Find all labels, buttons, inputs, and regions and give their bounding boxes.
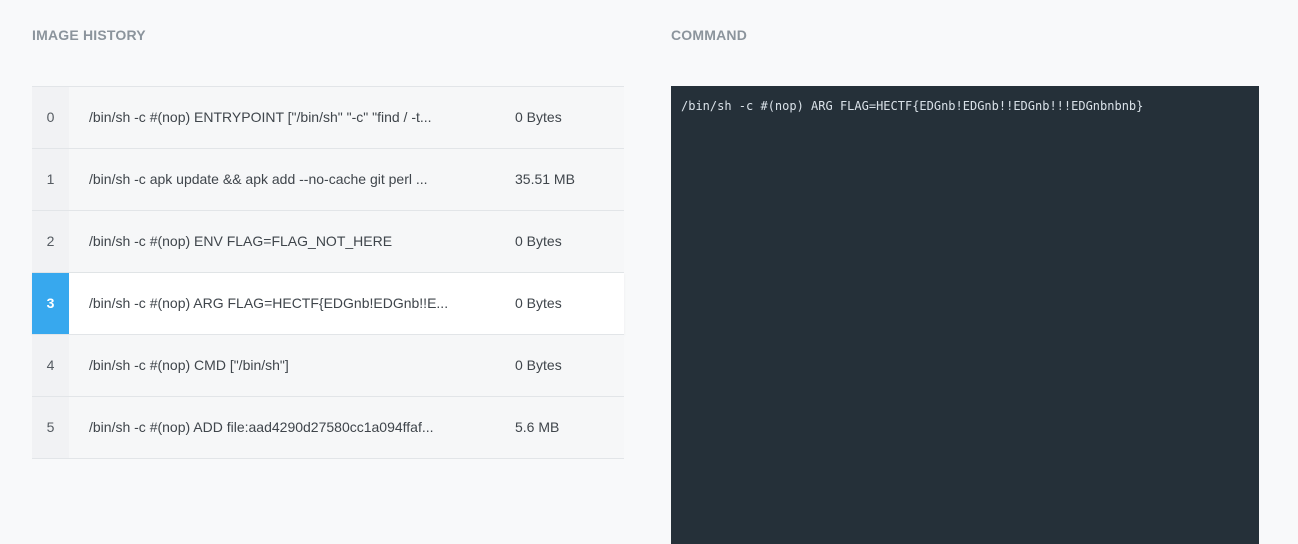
layer-index: 3 [32, 273, 69, 334]
layer-index: 5 [32, 397, 69, 458]
history-row-4[interactable]: 4 /bin/sh -c #(nop) CMD ["/bin/sh"] 0 By… [32, 335, 624, 397]
layer-command: /bin/sh -c #(nop) CMD ["/bin/sh"] [89, 357, 289, 373]
layer-index: 1 [32, 149, 69, 210]
command-text[interactable]: /bin/sh -c #(nop) ARG FLAG=HECTF{EDGnb!E… [681, 99, 1143, 113]
layer-size: 35.51 MB [515, 171, 575, 187]
layer-command: /bin/sh -c #(nop) ARG FLAG=HECTF{EDGnb!E… [89, 295, 449, 311]
layer-command: /bin/sh -c #(nop) ENV FLAG=FLAG_NOT_HERE [89, 233, 393, 249]
history-row-3[interactable]: 3 /bin/sh -c #(nop) ARG FLAG=HECTF{EDGnb… [32, 273, 624, 335]
command-panel[interactable]: /bin/sh -c #(nop) ARG FLAG=HECTF{EDGnb!E… [671, 86, 1259, 544]
history-row-1[interactable]: 1 /bin/sh -c apk update && apk add --no-… [32, 149, 624, 211]
layer-command: /bin/sh -c #(nop) ENTRYPOINT ["/bin/sh" … [89, 109, 432, 125]
layer-size: 0 Bytes [515, 109, 562, 125]
image-history-table: 0 /bin/sh -c #(nop) ENTRYPOINT ["/bin/sh… [32, 86, 624, 459]
history-row-0[interactable]: 0 /bin/sh -c #(nop) ENTRYPOINT ["/bin/sh… [32, 87, 624, 149]
layer-size: 5.6 MB [515, 419, 560, 435]
history-row-5[interactable]: 5 /bin/sh -c #(nop) ADD file:aad4290d275… [32, 397, 624, 459]
layer-command: /bin/sh -c apk update && apk add --no-ca… [89, 171, 428, 187]
layer-command: /bin/sh -c #(nop) ADD file:aad4290d27580… [89, 419, 434, 435]
layer-index: 4 [32, 335, 69, 396]
history-row-2[interactable]: 2 /bin/sh -c #(nop) ENV FLAG=FLAG_NOT_HE… [32, 211, 624, 273]
command-heading: COMMAND [671, 27, 748, 43]
layer-size: 0 Bytes [515, 233, 562, 249]
image-history-heading: IMAGE HISTORY [32, 27, 146, 43]
layer-index: 0 [32, 87, 69, 148]
layer-size: 0 Bytes [515, 295, 562, 311]
layer-index: 2 [32, 211, 69, 272]
layer-size: 0 Bytes [515, 357, 562, 373]
